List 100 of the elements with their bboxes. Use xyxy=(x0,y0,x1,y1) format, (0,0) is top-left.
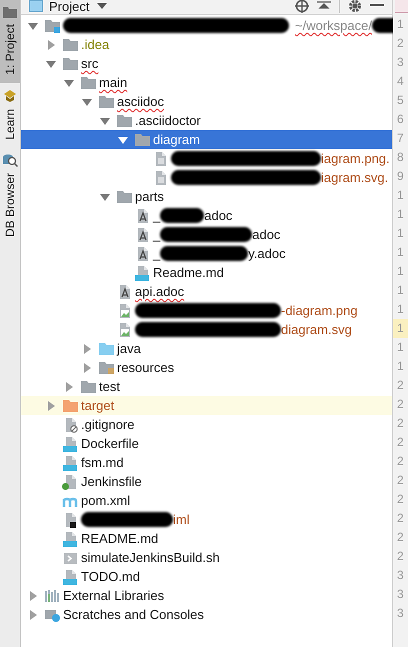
markdown-file-icon xyxy=(134,264,151,280)
item-name: README.md xyxy=(81,531,158,546)
tree-item[interactable]: iml xyxy=(21,510,392,529)
side-tab[interactable]: DB Browser xyxy=(0,147,20,246)
collapse-arrow-icon[interactable] xyxy=(118,134,128,144)
expand-arrow-icon[interactable] xyxy=(64,382,74,392)
markdown-file-icon xyxy=(62,530,79,546)
item-name: fsm.md xyxy=(81,455,124,470)
line-number: 2 xyxy=(396,434,405,451)
tree-item[interactable]: .gitignore xyxy=(21,415,392,434)
item-name: Scratches and Consoles xyxy=(63,607,204,622)
tree-item[interactable]: pom.xml xyxy=(21,491,392,510)
side-tab[interactable]: 1: Project xyxy=(0,0,20,83)
item-name: Jenkinsfile xyxy=(81,474,142,489)
item-name: main xyxy=(99,75,128,90)
expand-arrow-icon[interactable] xyxy=(82,344,92,354)
tree-item[interactable]: java xyxy=(21,339,392,358)
crosshair-icon[interactable] xyxy=(295,0,309,13)
tree-item[interactable]: iagram.png. xyxy=(21,149,392,168)
tree-item[interactable]: simulateJenkinsBuild.sh xyxy=(21,548,392,567)
item-name: TODO.md xyxy=(81,569,140,584)
line-number: 1 xyxy=(396,263,405,280)
line-number: 8 xyxy=(396,149,405,166)
tree-item[interactable]: Jenkinsfile xyxy=(21,472,392,491)
line-number: 2 xyxy=(396,35,405,52)
tree-item[interactable]: Readme.md xyxy=(21,263,392,282)
tree-item[interactable]: External Libraries xyxy=(21,586,392,605)
line-number: 2 xyxy=(396,377,405,394)
item-name: iml xyxy=(173,512,190,527)
item-name: External Libraries xyxy=(63,588,164,603)
expand-arrow-icon[interactable] xyxy=(46,400,56,410)
tree-item[interactable]: asciidoc xyxy=(21,92,392,111)
collapse-arrow-icon[interactable] xyxy=(46,58,56,68)
tree-item[interactable]: Dockerfile xyxy=(21,434,392,453)
tree-item[interactable]: TODO.md xyxy=(21,567,392,586)
expand-arrow-icon[interactable] xyxy=(82,362,92,372)
item-name: adoc xyxy=(204,208,232,223)
folder-icon xyxy=(62,398,79,414)
tree-item[interactable]: .asciidoctor xyxy=(21,111,392,130)
tree-item[interactable]: parts xyxy=(21,187,392,206)
tree-item[interactable]: test xyxy=(21,377,392,396)
tree-item[interactable]: diagram xyxy=(21,130,392,149)
tree-item[interactable]: fsm.md xyxy=(21,453,392,472)
graduation-cap-icon xyxy=(3,88,17,103)
view-title[interactable]: Project xyxy=(49,0,90,14)
tree-item[interactable]: README.md xyxy=(21,529,392,548)
tree-item[interactable]: Scratches and Consoles xyxy=(21,605,392,624)
tree-item[interactable]: api.adoc xyxy=(21,282,392,301)
groovy-file-icon xyxy=(62,474,79,490)
tree-item[interactable]: _ adoc xyxy=(21,206,392,225)
folder-icon xyxy=(62,36,79,52)
line-number: 2 xyxy=(396,472,405,489)
tree-item[interactable]: resources xyxy=(21,358,392,377)
line-number: 2 xyxy=(396,415,405,432)
folder-icon xyxy=(116,188,133,204)
collapse-all-icon[interactable] xyxy=(317,1,331,11)
line-number: 3 xyxy=(396,605,405,622)
tree-item[interactable]: _ adoc xyxy=(21,225,392,244)
item-name: adoc xyxy=(252,227,280,242)
item-name: .gitignore xyxy=(81,417,134,432)
window-icon xyxy=(29,0,43,12)
tree-item[interactable]: main xyxy=(21,73,392,92)
tree-item[interactable]: -diagram.png xyxy=(21,301,392,320)
line-number: 5 xyxy=(396,92,405,109)
tree-item[interactable]: .idea xyxy=(21,35,392,54)
item-name: -diagram.png xyxy=(281,303,358,318)
expand-arrow-icon[interactable] xyxy=(28,590,38,600)
side-tab[interactable]: Learn xyxy=(0,82,20,148)
collapse-arrow-icon[interactable] xyxy=(100,192,110,202)
line-number: 2 xyxy=(396,491,405,508)
docker-file-icon xyxy=(62,436,79,452)
tree-item[interactable]: diagram.svg xyxy=(21,320,392,339)
collapse-arrow-icon[interactable] xyxy=(64,78,74,88)
expand-arrow-icon[interactable] xyxy=(28,610,38,620)
line-number: 2 xyxy=(396,510,405,527)
collapse-arrow-icon[interactable] xyxy=(100,116,110,126)
collapse-arrow-icon[interactable] xyxy=(28,20,38,30)
line-number: 2 xyxy=(396,396,405,413)
item-name: diagram.svg xyxy=(281,322,352,337)
item-name: Readme.md xyxy=(153,265,224,280)
redaction-mark xyxy=(160,208,204,223)
folder-icon xyxy=(98,94,115,110)
expand-arrow-icon[interactable] xyxy=(46,40,56,50)
collapse-arrow-icon[interactable] xyxy=(82,96,92,106)
minimize-icon[interactable] xyxy=(370,4,384,8)
line-number: 3 xyxy=(396,567,405,584)
settings-icon[interactable] xyxy=(348,0,362,13)
item-name: resources xyxy=(117,360,174,375)
line-number: 1 xyxy=(396,225,405,242)
tree-item[interactable]: src xyxy=(21,54,392,73)
line-number: 3 xyxy=(396,54,405,71)
item-name: java xyxy=(117,341,141,356)
tree-item[interactable]: iagram.svg. xyxy=(21,168,392,187)
tree-item[interactable]: target xyxy=(21,396,392,415)
tree-item[interactable]: _ y.adoc xyxy=(21,244,392,263)
item-name: iagram.png. xyxy=(321,151,390,166)
line-number: 1 xyxy=(393,319,408,338)
dropdown-arrow-icon[interactable] xyxy=(97,3,108,9)
line-number: 1 xyxy=(396,358,405,375)
item-name: _ xyxy=(153,246,160,261)
